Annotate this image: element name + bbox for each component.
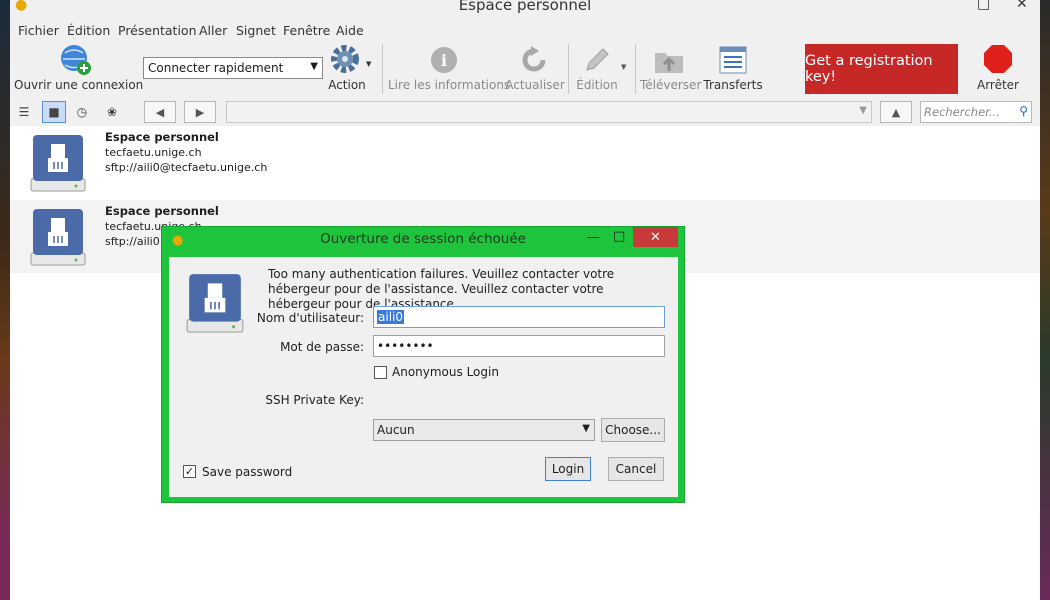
- stop-label: Arrêter: [976, 78, 1019, 92]
- close-icon[interactable]: ✕: [1016, 0, 1028, 12]
- transfers-list-icon: [719, 46, 747, 74]
- desktop-background-left: [0, 0, 10, 600]
- toolbar-separator: [568, 44, 569, 94]
- ssh-key-select[interactable]: Aucun ▼: [373, 419, 595, 441]
- bookmark-host: tecfaetu.unige.ch: [105, 146, 202, 159]
- password-field[interactable]: ••••••••: [373, 335, 665, 357]
- toolbar: Ouvrir une connexion Connecter rapidemen…: [10, 40, 1040, 98]
- password-label: Mot de passe:: [280, 340, 364, 354]
- gear-icon: [331, 45, 359, 73]
- toolbar-separator: [382, 44, 383, 94]
- chevron-down-icon: ▼: [582, 423, 590, 434]
- pencil-icon: [586, 48, 609, 71]
- anonymous-login-checkbox[interactable]: [374, 366, 387, 379]
- forward-button[interactable]: ▶: [184, 101, 216, 123]
- stop-icon: [984, 45, 1012, 73]
- minimize-icon[interactable]: —: [587, 230, 600, 245]
- dialog-close-button[interactable]: ✕: [633, 227, 678, 247]
- menu-presentation[interactable]: Présentation: [118, 23, 197, 38]
- info-label: Lire les informations: [388, 78, 511, 92]
- arrow-left-icon: ◀: [155, 105, 165, 119]
- username-label: Nom d'utilisateur:: [256, 311, 364, 325]
- chevron-down-icon: ▼: [859, 105, 867, 116]
- menu-fichier[interactable]: Fichier: [18, 23, 59, 38]
- maximize-icon[interactable]: □: [977, 0, 990, 12]
- list-item[interactable]: Espace personnel tecfaetu.unige.ch sftp:…: [10, 126, 1040, 199]
- path-select[interactable]: ▼: [226, 101, 872, 123]
- title-bar: ● Espace personnel □ ✕: [10, 0, 1040, 20]
- choose-key-button[interactable]: Choose...: [601, 418, 665, 442]
- drive-icon: [30, 135, 86, 192]
- refresh-button[interactable]: Actualiser: [505, 40, 565, 96]
- search-input[interactable]: Rechercher... ⚲: [920, 101, 1032, 123]
- refresh-icon: [522, 46, 546, 72]
- action-button[interactable]: ▼ Action: [324, 40, 372, 96]
- menu-edition[interactable]: Édition: [67, 23, 110, 38]
- svg-text:i: i: [441, 51, 447, 70]
- arrow-up-icon: ▲: [891, 105, 901, 119]
- login-failed-dialog: ● Ouverture de session échouée — □ ✕ Too…: [161, 226, 685, 503]
- search-placeholder: Rechercher...: [924, 105, 1000, 119]
- anonymous-login-label: Anonymous Login: [392, 365, 499, 379]
- edit-dropdown-icon: ▼: [621, 63, 627, 71]
- action-label: Action: [328, 78, 366, 92]
- chevron-down-icon: ▼: [310, 61, 318, 72]
- quick-connect-select[interactable]: Connecter rapidement ▼: [143, 57, 323, 79]
- desktop-background-right: [1040, 0, 1050, 600]
- bookmark-name: Espace personnel: [105, 204, 219, 218]
- upload-folder-icon: [655, 53, 683, 73]
- browser-view-icon[interactable]: ☰: [12, 101, 36, 123]
- menu-signet[interactable]: Signet: [236, 23, 276, 38]
- search-icon: ⚲: [1019, 104, 1028, 118]
- parent-folder-button[interactable]: ▲: [880, 101, 912, 123]
- registration-key-button[interactable]: Get a registration key!: [805, 44, 958, 94]
- toolbar-separator: [635, 44, 636, 94]
- arrow-right-icon: ▶: [195, 105, 205, 119]
- back-button[interactable]: ◀: [144, 101, 176, 123]
- checkmark-icon: ✓: [184, 465, 195, 478]
- username-value: aili0: [377, 310, 404, 324]
- username-field[interactable]: aili0: [373, 306, 665, 328]
- open-connection-label: Ouvrir une connexion: [14, 78, 144, 92]
- bookmarks-icon[interactable]: ■: [42, 101, 66, 123]
- info-icon: i: [431, 47, 457, 73]
- upload-button[interactable]: Téléverser: [640, 40, 702, 96]
- action-dropdown-icon: ▼: [366, 60, 372, 68]
- cancel-button[interactable]: Cancel: [608, 457, 664, 481]
- history-icon[interactable]: ◷: [70, 101, 94, 123]
- bookmark-name: Espace personnel: [105, 130, 219, 144]
- password-value: ••••••••: [377, 339, 434, 353]
- dialog-title: Ouverture de session échouée: [320, 231, 526, 247]
- save-password-checkbox[interactable]: ✓: [183, 465, 196, 478]
- bookmark-url: sftp://aili0: [105, 235, 160, 248]
- save-password-label: Save password: [202, 465, 293, 479]
- bonjour-icon[interactable]: ❀: [100, 101, 124, 123]
- bookmark-url: sftp://aili0@tecfaetu.unige.ch: [105, 161, 268, 174]
- menu-bar: Fichier Édition Présentation Aller Signe…: [10, 20, 1040, 40]
- drive-icon: [30, 209, 86, 266]
- quick-connect-value: Connecter rapidement: [148, 61, 284, 75]
- refresh-label: Actualiser: [505, 78, 565, 92]
- upload-label: Téléverser: [640, 78, 702, 92]
- menu-aide[interactable]: Aide: [336, 23, 364, 38]
- dialog-body: Too many authentication failures. Veuill…: [169, 257, 678, 497]
- transfers-label: Transferts: [703, 78, 763, 92]
- edit-button[interactable]: ▼ Édition: [572, 40, 626, 96]
- globe-plus-icon: [61, 45, 91, 75]
- transfers-button[interactable]: Transferts: [702, 40, 764, 96]
- navigation-bar: ☰ ■ ◷ ❀ ◀ ▶ ▼ ▲ Rechercher... ⚲: [10, 98, 1040, 126]
- open-connection-button[interactable]: Ouvrir une connexion: [14, 40, 144, 96]
- info-button[interactable]: i Lire les informations: [388, 40, 511, 96]
- menu-aller[interactable]: Aller: [199, 23, 227, 38]
- ssh-key-value: Aucun: [377, 423, 415, 437]
- stop-button[interactable]: Arrêter: [970, 40, 1026, 96]
- edit-label: Édition: [576, 78, 618, 92]
- ssh-key-label: SSH Private Key:: [265, 393, 364, 407]
- close-icon: ✕: [650, 229, 661, 245]
- login-button[interactable]: Login: [545, 457, 591, 481]
- menu-fenetre[interactable]: Fenêtre: [283, 23, 330, 38]
- maximize-icon[interactable]: □: [613, 229, 625, 244]
- window-title: Espace personnel: [458, 0, 592, 14]
